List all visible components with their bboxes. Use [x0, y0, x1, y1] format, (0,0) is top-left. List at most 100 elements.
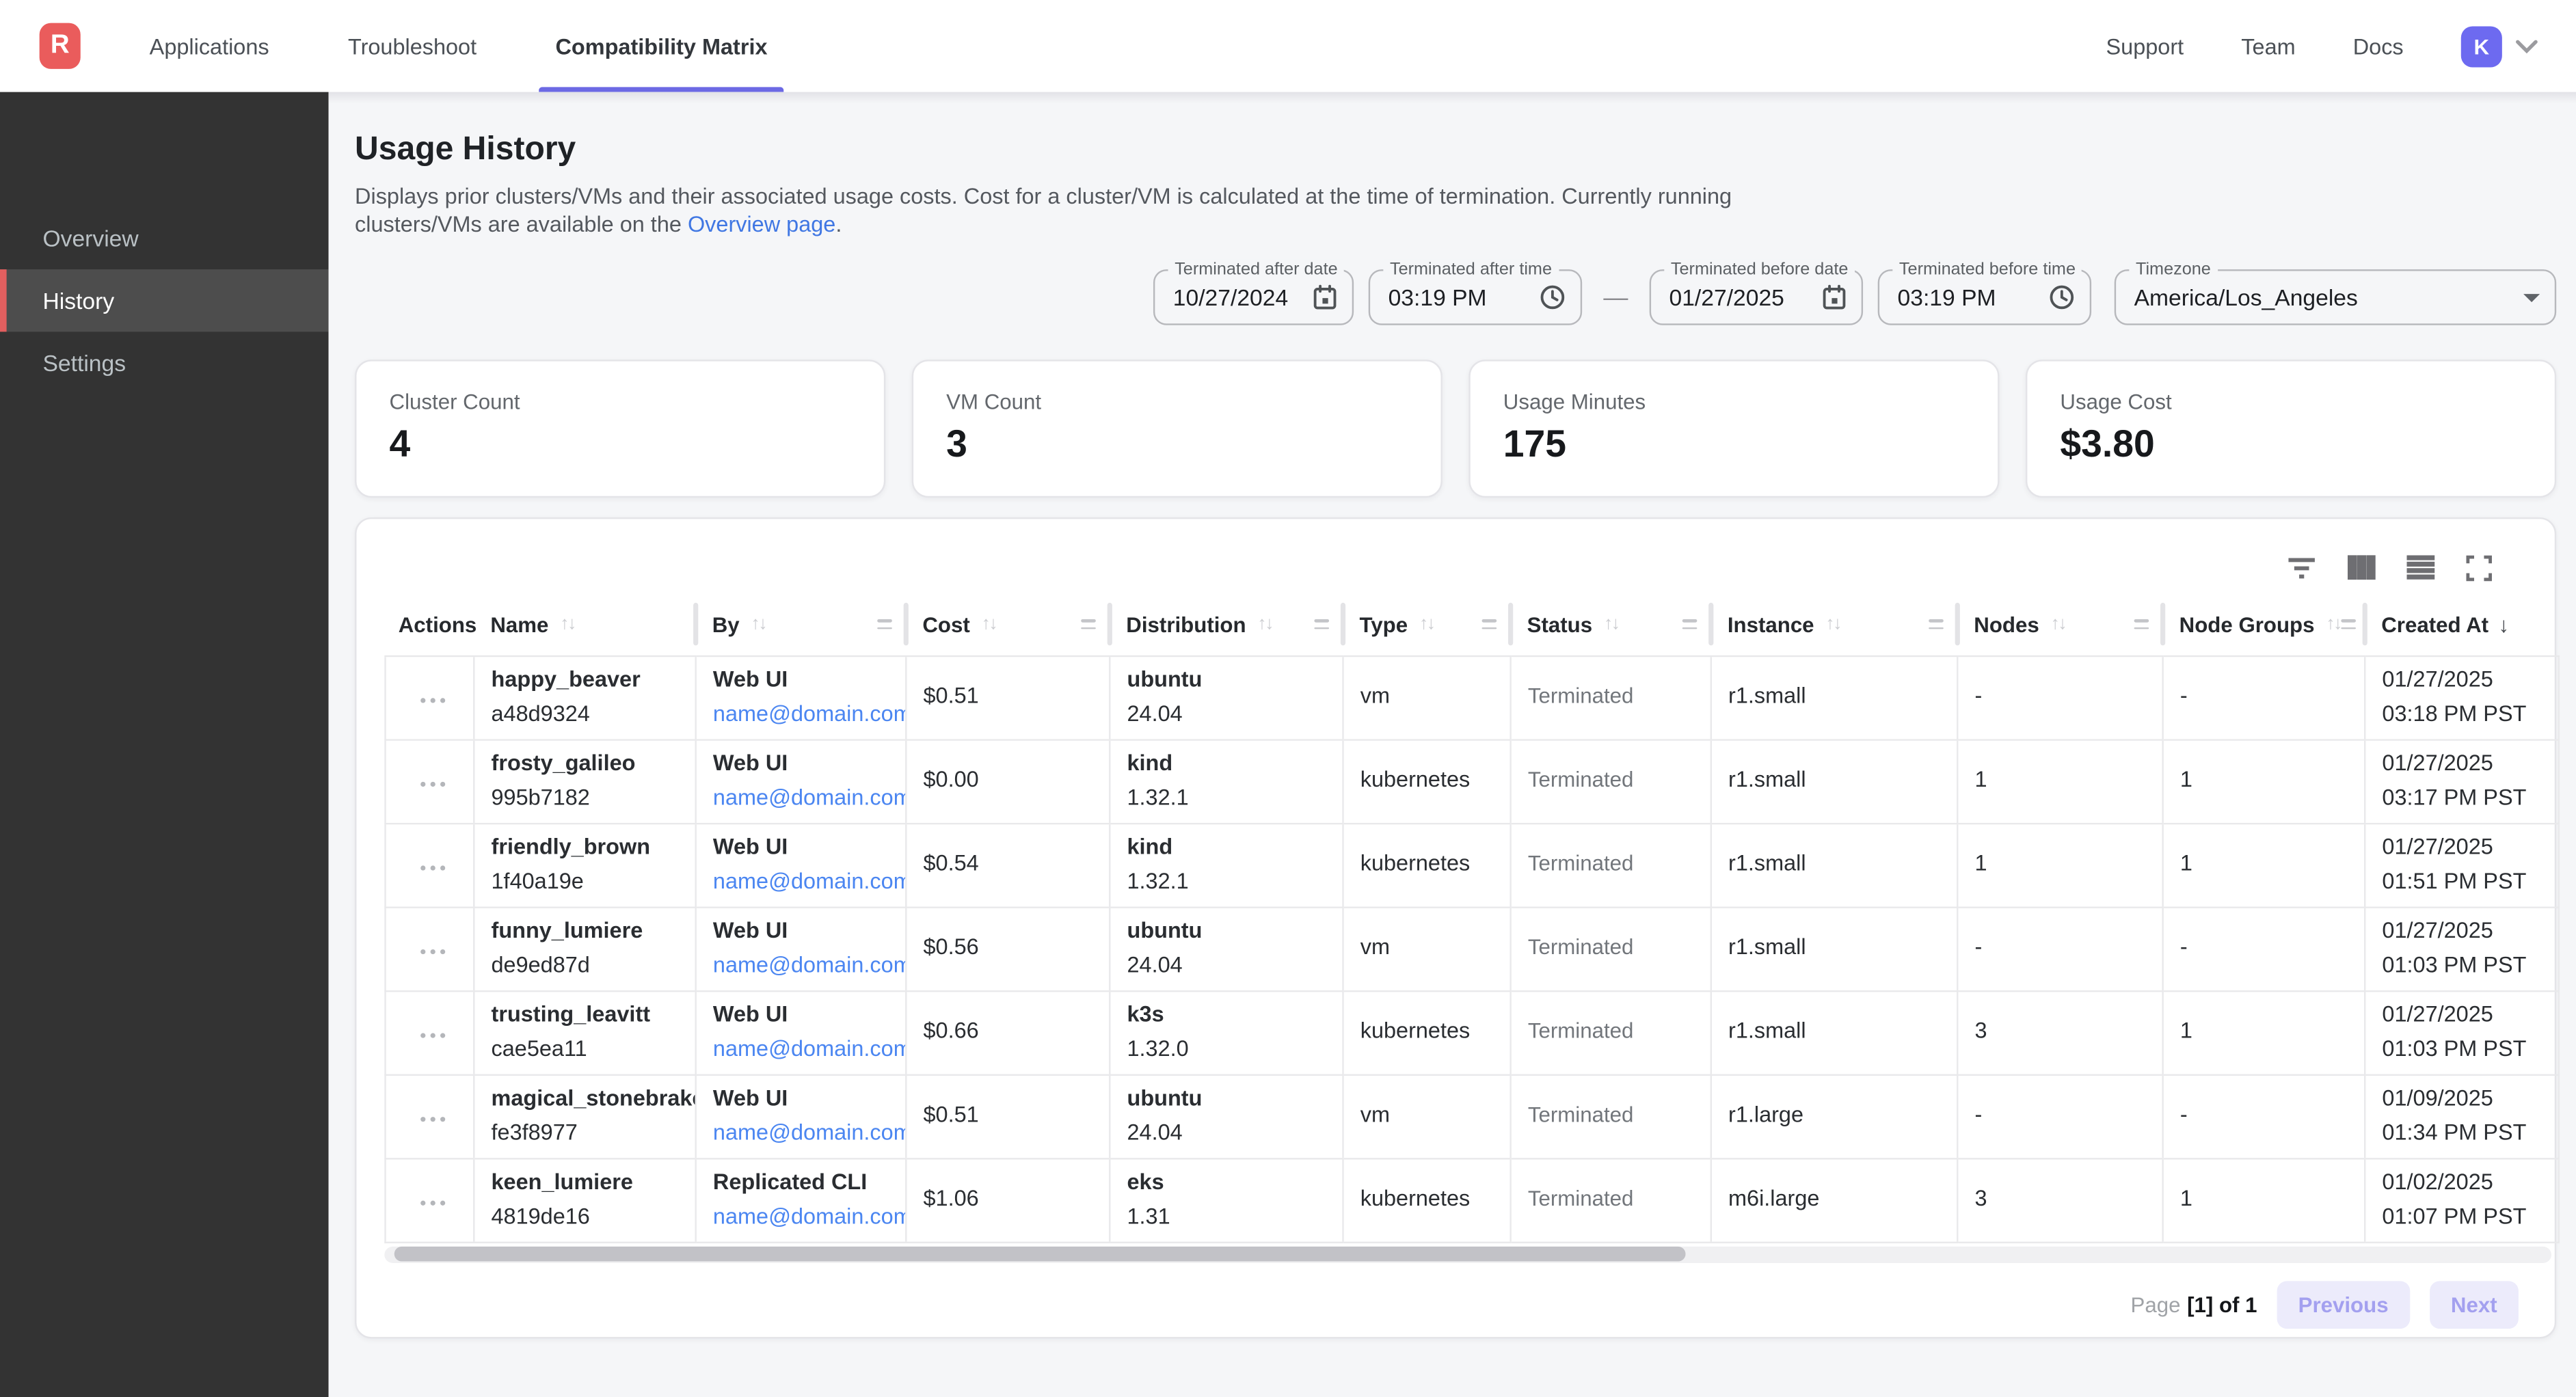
column-header-node-groups[interactable]: Node Groups↑↓	[2163, 595, 2365, 655]
terminated-after-date-field[interactable]: Terminated after date 10/27/2024	[1153, 269, 1354, 325]
chevron-down-icon[interactable]	[2515, 38, 2538, 53]
sort-icon[interactable]: ↑↓	[2326, 614, 2341, 634]
terminated-before-date-value[interactable]: 01/27/2025	[1669, 284, 1809, 310]
created-by-email-link[interactable]: name@domain.com	[713, 865, 896, 898]
column-header-type[interactable]: Type↑↓	[1343, 595, 1511, 655]
column-header-name[interactable]: Name↑↓	[474, 595, 695, 655]
density-icon[interactable]	[2400, 547, 2440, 587]
column-header-nodes[interactable]: Nodes↑↓	[1957, 595, 2162, 655]
instance-value: r1.small	[1728, 851, 1806, 876]
more-options-icon[interactable]	[414, 859, 451, 878]
cell-distribution: k3s1.32.0	[1110, 990, 1343, 1074]
column-menu-icon[interactable]	[1313, 619, 1328, 629]
column-menu-icon[interactable]	[1080, 619, 1095, 629]
cluster-name: magical_stonebraker	[492, 1083, 686, 1116]
fullscreen-icon[interactable]	[2459, 547, 2499, 587]
column-header-instance[interactable]: Instance↑↓	[1711, 595, 1957, 655]
column-menu-icon[interactable]	[2133, 619, 2148, 629]
nodes-value: 3	[1974, 1018, 1987, 1043]
sort-icon[interactable]: ↑↓	[1257, 614, 1272, 634]
created-by-email-link[interactable]: name@domain.com	[713, 697, 896, 731]
nav-link-support[interactable]: Support	[2106, 33, 2184, 58]
created-by-email-link[interactable]: name@domain.com	[713, 1199, 896, 1233]
column-header-cost[interactable]: Cost↑↓	[906, 595, 1110, 655]
nav-link-docs[interactable]: Docs	[2353, 33, 2404, 58]
cluster-name: friendly_brown	[492, 831, 686, 865]
sidebar-item-history[interactable]: History	[0, 269, 329, 331]
created-by-email-link[interactable]: name@domain.com	[713, 781, 896, 815]
sort-icon[interactable]: ↑↓	[1825, 614, 1840, 634]
description-line2: clusters/VMs are available on the	[355, 211, 688, 236]
more-options-icon[interactable]	[414, 1111, 451, 1129]
more-options-icon[interactable]	[414, 775, 451, 794]
column-menu-icon[interactable]	[2341, 619, 2356, 629]
scrollbar-thumb[interactable]	[394, 1247, 1686, 1262]
terminated-before-time-field[interactable]: Terminated before time 03:19 PM	[1878, 269, 2091, 325]
nav-item-compatibility-matrix[interactable]: Compatibility Matrix	[542, 0, 780, 92]
usage-table-card: Actions Name↑↓ By↑↓ Cost↑↓ Distribution↑…	[355, 517, 2556, 1339]
stat-card-usage-cost: Usage Cost $3.80	[2026, 360, 2556, 498]
created-by-email-link[interactable]: name@domain.com	[713, 949, 896, 982]
columns-icon[interactable]	[2341, 547, 2380, 587]
terminated-before-date-field[interactable]: Terminated before date 01/27/2025	[1650, 269, 1863, 325]
avatar[interactable]: K	[2461, 25, 2502, 66]
timezone-value[interactable]: America/Los_Angeles	[2134, 284, 2510, 310]
column-header-status[interactable]: Status↑↓	[1511, 595, 1711, 655]
more-options-icon[interactable]	[414, 1194, 451, 1212]
calendar-icon[interactable]	[1313, 284, 1337, 310]
date-range-separator: —	[1603, 284, 1628, 312]
column-menu-icon[interactable]	[876, 619, 891, 629]
stat-label: VM Count	[946, 390, 1408, 414]
sort-icon[interactable]: ↑↓	[1604, 614, 1619, 634]
terminated-after-time-field[interactable]: Terminated after time 03:19 PM	[1369, 269, 1582, 325]
nav-item-troubleshoot[interactable]: Troubleshoot	[335, 0, 490, 92]
created-by-email-link[interactable]: name@domain.com	[713, 1032, 896, 1066]
table-row: keen_lumiere4819de16 Replicated CLIname@…	[386, 1158, 2559, 1242]
sort-icon[interactable]: ↑↓	[982, 614, 997, 634]
calendar-icon[interactable]	[1822, 284, 1847, 310]
distribution-version: 24.04	[1127, 949, 1332, 982]
more-options-icon[interactable]	[414, 943, 451, 962]
replicated-logo[interactable]: R	[40, 23, 81, 69]
sort-icon[interactable]: ↑↓	[560, 614, 575, 634]
horizontal-scrollbar[interactable]	[384, 1246, 2551, 1262]
clock-icon[interactable]	[1540, 284, 1566, 310]
sidebar-item-settings[interactable]: Settings	[0, 331, 329, 394]
clock-icon[interactable]	[2049, 284, 2075, 310]
sort-icon[interactable]: ↑↓	[1419, 614, 1434, 634]
created-by-email-link[interactable]: name@domain.com	[713, 1116, 896, 1150]
sort-icon[interactable]: ↑↓	[751, 614, 766, 634]
more-options-icon[interactable]	[414, 1027, 451, 1045]
column-menu-icon[interactable]	[1928, 619, 1943, 629]
cell-distribution: kind1.32.1	[1110, 739, 1343, 823]
more-options-icon[interactable]	[414, 692, 451, 710]
account-menu[interactable]: K	[2461, 25, 2538, 66]
cell-type: vm	[1343, 1074, 1511, 1158]
column-menu-icon[interactable]	[1481, 619, 1496, 629]
timezone-select[interactable]: Timezone America/Los_Angeles	[2115, 269, 2556, 325]
column-header-distribution[interactable]: Distribution↑↓	[1110, 595, 1343, 655]
overview-page-link[interactable]: Overview page	[688, 211, 835, 236]
column-menu-icon[interactable]	[1682, 619, 1697, 629]
filter-icon[interactable]	[2282, 547, 2322, 587]
nav-right: Support Team Docs K	[2106, 25, 2538, 66]
cell-instance: r1.large	[1711, 1074, 1957, 1158]
stat-card-vm-count: VM Count 3	[912, 360, 1443, 498]
dropdown-caret-icon[interactable]	[2523, 293, 2540, 301]
sort-desc-icon[interactable]: ↓	[2498, 612, 2509, 637]
type-value: kubernetes	[1360, 1186, 1471, 1211]
sidebar-item-overview[interactable]: Overview	[0, 207, 329, 269]
column-header-created-at[interactable]: Created At↓	[2365, 595, 2559, 655]
terminated-before-time-value[interactable]: 03:19 PM	[1898, 284, 2036, 310]
created-time: 01:03 PM PST	[2382, 949, 2548, 982]
terminated-after-time-value[interactable]: 03:19 PM	[1388, 284, 1527, 310]
sort-icon[interactable]: ↑↓	[2051, 614, 2066, 634]
terminated-after-date-value[interactable]: 10/27/2024	[1173, 284, 1300, 310]
created-by-source: Replicated CLI	[713, 1166, 896, 1199]
column-header-by[interactable]: By↑↓	[696, 595, 907, 655]
next-button[interactable]: Next	[2430, 1280, 2519, 1328]
previous-button[interactable]: Previous	[2277, 1280, 2409, 1328]
nav-item-applications[interactable]: Applications	[136, 0, 282, 92]
stat-card-cluster-count: Cluster Count 4	[355, 360, 885, 498]
nav-link-team[interactable]: Team	[2241, 33, 2295, 58]
